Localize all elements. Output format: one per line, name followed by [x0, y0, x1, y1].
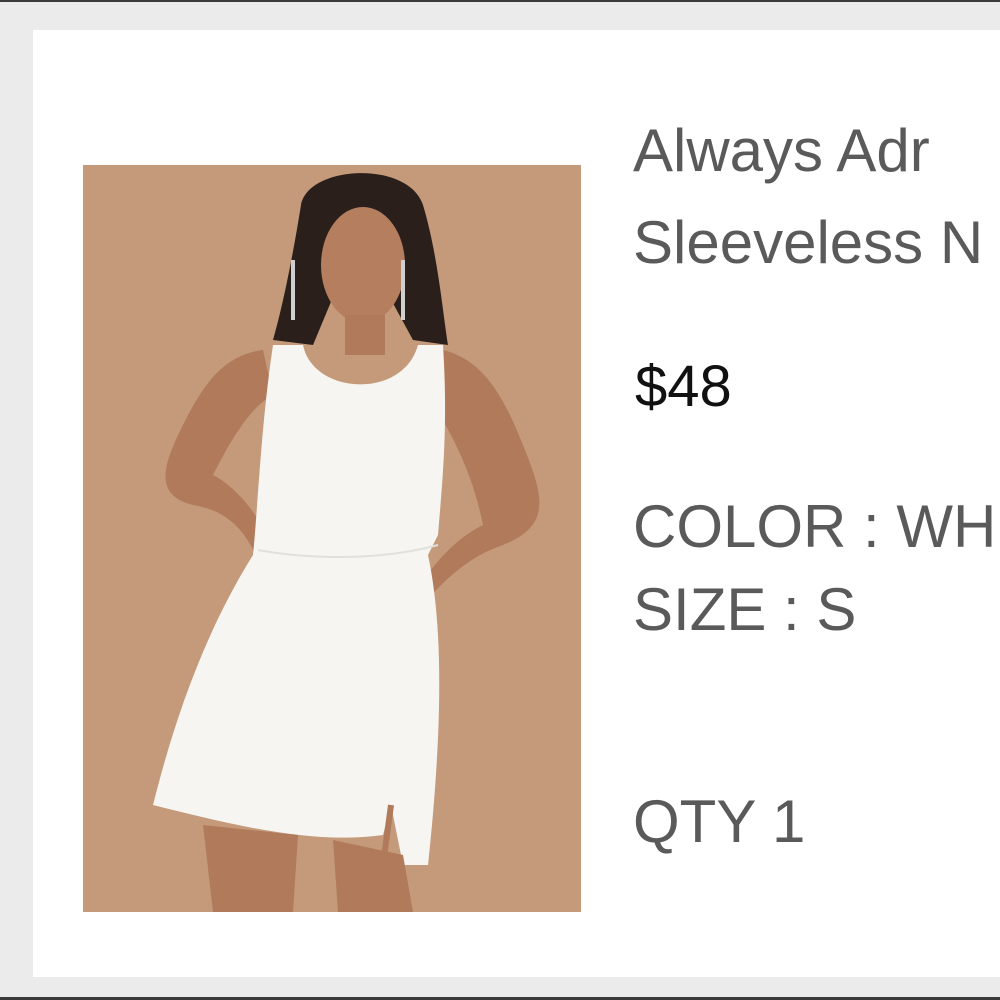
size-separator: : — [783, 576, 817, 643]
qty-value: 1 — [771, 788, 806, 855]
product-price: $48 — [635, 354, 732, 419]
color-separator: : — [863, 493, 897, 560]
color-label: COLOR — [633, 493, 847, 560]
product-title-line-2[interactable]: Sleeveless N — [633, 208, 983, 278]
size-value: S — [816, 576, 857, 643]
size-option: SIZE : S — [633, 575, 856, 645]
product-details: Always Adr Sleeveless N $48 COLOR : WH S… — [633, 30, 1000, 977]
dress-photo-illustration — [83, 165, 581, 912]
size-label: SIZE — [633, 576, 767, 643]
product-image[interactable] — [83, 165, 581, 912]
qty-label: QTY — [633, 788, 756, 855]
color-value: WH — [896, 493, 997, 560]
top-border — [0, 0, 1000, 2]
color-option: COLOR : WH — [633, 492, 996, 562]
viewport: Always Adr Sleeveless N $48 COLOR : WH S… — [0, 0, 1000, 1000]
product-title-line-1[interactable]: Always Adr — [633, 116, 930, 186]
quantity[interactable]: QTY 1 — [633, 787, 805, 857]
cart-item-card: Always Adr Sleeveless N $48 COLOR : WH S… — [33, 30, 1000, 977]
